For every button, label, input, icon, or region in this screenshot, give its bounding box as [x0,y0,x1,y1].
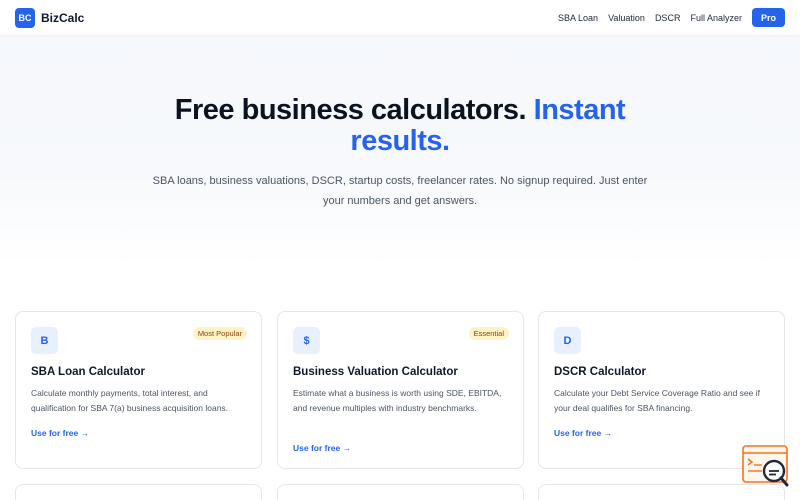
search-help-icon [742,445,789,487]
pro-button[interactable]: Pro [751,8,785,27]
nav-link-sba-loan[interactable]: SBA Loan [558,13,598,23]
calculator-card-partial[interactable] [15,484,262,500]
nav-link-dscr[interactable]: DSCR [655,13,681,23]
hero-subtitle: SBA loans, business valuations, DSCR, st… [152,175,648,207]
hero-title-main: Free business calculators. [174,94,527,126]
brand[interactable]: BC BizCalc [15,7,85,28]
hero-section: Free business calculators. Instant resul… [0,36,800,266]
use-for-free-link[interactable]: Use for free → [31,428,89,438]
calculator-card-business-valuation[interactable]: $ Essential Business Valuation Calculato… [277,311,524,469]
nav-link-full-analyzer[interactable]: Full Analyzer [690,13,742,23]
top-navbar: BC BizCalc SBA Loan Valuation DSCR Full … [0,0,800,36]
use-for-free-link[interactable]: Use for free → [554,428,612,438]
nav-menu: SBA Loan Valuation DSCR Full Analyzer Pr… [558,8,785,27]
card-title: Business Valuation Calculator [293,366,458,378]
nav-link-valuation[interactable]: Valuation [608,13,645,23]
card-title: SBA Loan Calculator [31,366,145,378]
help-widget[interactable] [742,445,790,487]
hero-title-accent-2: results. [350,125,450,157]
calculator-card-sba-loan[interactable]: B Most Popular SBA Loan Calculator Calcu… [15,311,262,469]
card-dollar-icon: $ [293,327,320,354]
card-letter-icon: D [554,327,581,354]
card-description: Calculate your Debt Service Coverage Rat… [554,388,760,413]
hero-title: Free business calculators. Instant resul… [100,95,700,157]
card-description: Calculate monthly payments, total intere… [31,388,229,413]
most-popular-badge: Most Popular [192,327,247,340]
card-description: Estimate what a business is worth using … [293,388,502,413]
hero-title-accent: Instant [533,94,626,126]
calculator-card-partial[interactable] [277,484,524,500]
use-for-free-link[interactable]: Use for free → [293,443,351,453]
essential-badge: Essential [468,327,509,340]
brand-logo: BC [15,7,35,28]
brand-name: BizCalc [41,10,85,25]
card-title: DSCR Calculator [554,366,647,378]
card-letter-icon: B [31,327,58,354]
